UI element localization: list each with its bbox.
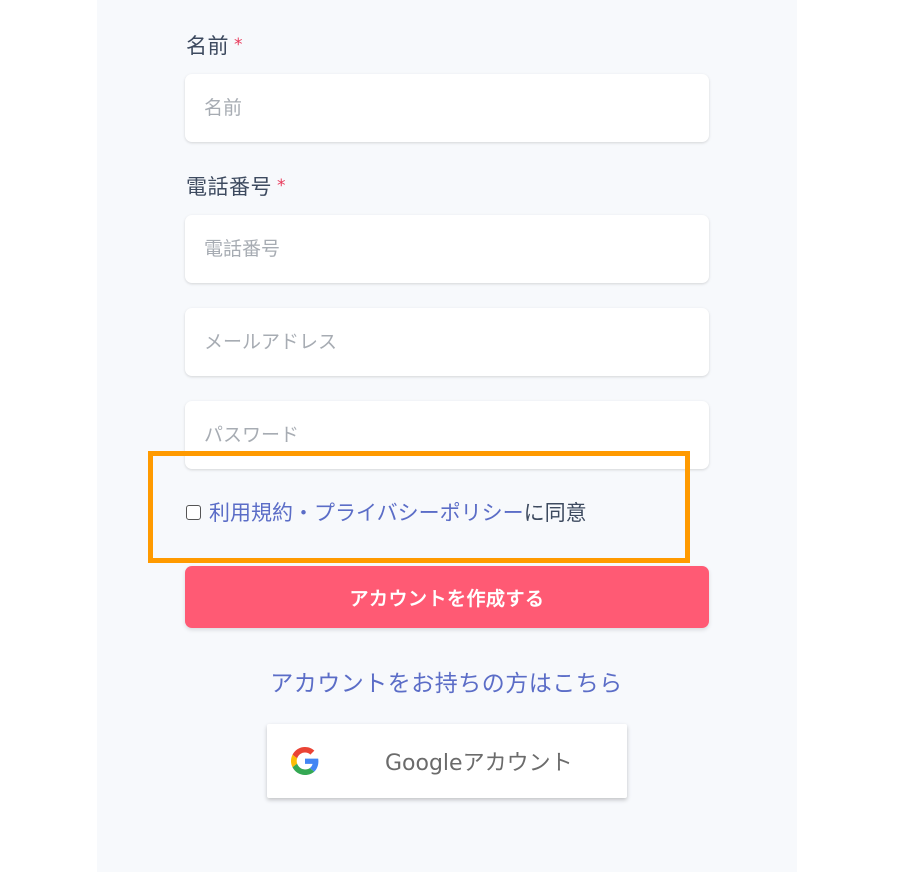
terms-checkbox[interactable] [186,504,201,520]
phone-required-mark: * [277,176,286,196]
name-required-mark: * [234,35,243,55]
name-label: 名前 * [186,30,243,60]
phone-label: 電話番号 * [186,171,286,201]
terms-agreement: 利用規約・プライバシーポリシー に同意 [186,497,587,527]
phone-label-text: 電話番号 [186,175,272,199]
password-input[interactable] [185,401,709,469]
terms-suffix: に同意 [523,501,587,525]
name-label-text: 名前 [186,34,229,58]
name-input[interactable] [185,74,709,142]
create-account-label: アカウントを作成する [349,587,545,610]
google-signin-button[interactable]: Googleアカウント [267,724,627,798]
phone-input[interactable] [185,215,709,283]
google-icon [291,747,319,775]
login-link[interactable]: アカウントをお持ちの方はこちら [0,664,893,698]
google-signin-label: Googleアカウント [385,751,573,776]
create-account-button[interactable]: アカウントを作成する [185,566,709,628]
email-input[interactable] [185,308,709,376]
terms-link[interactable]: 利用規約・プライバシーポリシー [209,497,524,527]
